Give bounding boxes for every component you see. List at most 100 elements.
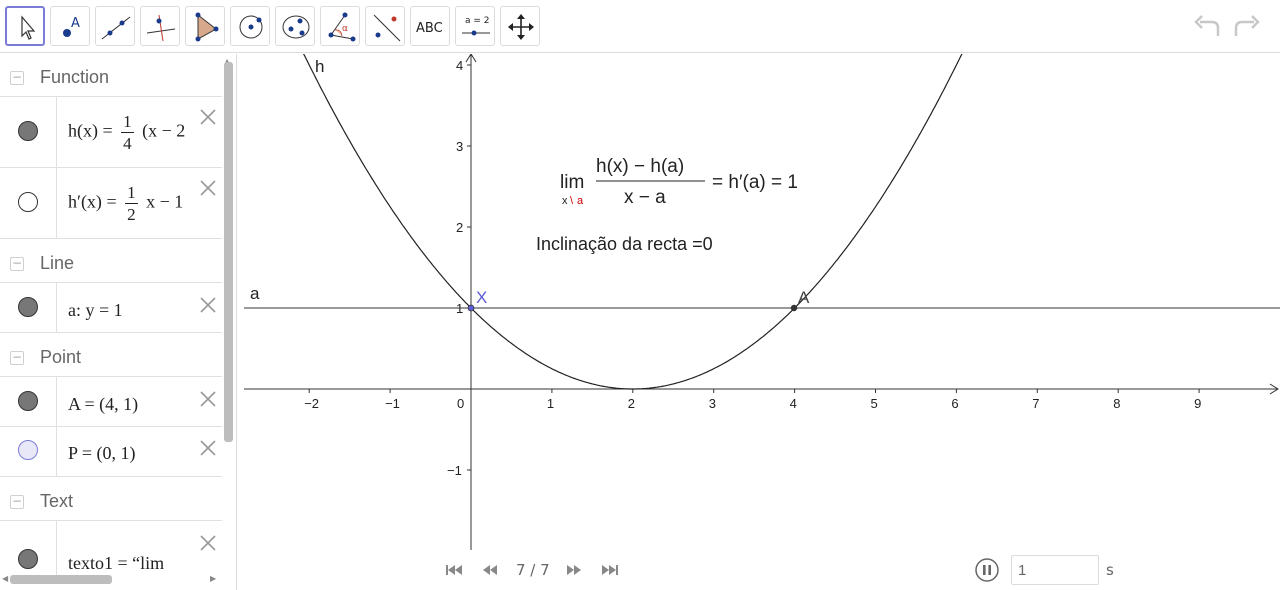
graphics-canvas[interactable]: −2 −1 0 1 2 3 4 5 6 7 8 9 4 3 2 1 −1 a h X A lim x \ a … <box>244 54 1280 550</box>
next-frame-icon[interactable] <box>564 562 584 578</box>
svg-text:ABC: ABC <box>416 21 443 36</box>
item-definition[interactable]: a: y = 1 <box>68 300 123 321</box>
visibility-toggle[interactable] <box>18 391 38 411</box>
point-A[interactable] <box>790 304 798 312</box>
x-tick-label: −2 <box>304 396 319 411</box>
polygon-tool-button[interactable] <box>185 6 225 46</box>
toolbar: A α ABC a = 2 <box>0 0 1280 53</box>
svg-text:α: α <box>342 24 348 34</box>
item-definition[interactable]: P = (0, 1) <box>68 443 135 464</box>
function-lhs: h′(x) <box>68 191 102 212</box>
delete-icon[interactable] <box>198 107 218 127</box>
delete-icon[interactable] <box>198 438 218 458</box>
algebra-item-h[interactable]: h(x) = 14 (x − 2 <box>0 97 222 168</box>
line-a-label: a <box>250 284 260 303</box>
svg-text:a = 2: a = 2 <box>465 16 490 26</box>
fraction-numerator: 1 <box>121 112 134 133</box>
point-A-label: A <box>798 288 810 307</box>
svg-text:A: A <box>71 16 80 31</box>
last-frame-icon[interactable] <box>600 562 620 578</box>
x-tick-label: 2 <box>628 396 635 411</box>
limit-subscript-x: x <box>562 195 568 207</box>
horizontal-scrollbar[interactable] <box>10 575 112 584</box>
function-rhs: (x − 2 <box>142 120 186 141</box>
point-tool-button[interactable]: A <box>50 6 90 46</box>
scroll-left-arrow-icon[interactable]: ◀ <box>2 574 8 583</box>
ellipse-tool-button[interactable] <box>275 6 315 46</box>
collapse-icon[interactable]: − <box>10 257 24 271</box>
redo-button[interactable] <box>1230 12 1262 42</box>
algebra-item-point-A[interactable]: A = (4, 1) <box>0 377 222 427</box>
animation-bar: 7 / 7 s <box>244 550 1280 590</box>
visibility-toggle[interactable] <box>18 440 38 460</box>
move-graphics-tool-button[interactable] <box>500 6 540 46</box>
limit-subscript-arrow: \ <box>570 195 574 207</box>
algebra-item-line-a[interactable]: a: y = 1 <box>0 283 222 333</box>
angle-tool-button[interactable]: α <box>320 6 360 46</box>
slope-text[interactable]: Inclinação da recta =0 <box>536 234 713 254</box>
x-tick-label: 0 <box>457 396 464 411</box>
circle-tool-button[interactable] <box>230 6 270 46</box>
previous-frame-icon[interactable] <box>480 562 500 578</box>
x-tick-label: 5 <box>871 396 878 411</box>
delete-icon[interactable] <box>198 178 218 198</box>
category-text[interactable]: − Text <box>0 478 222 521</box>
algebra-item-hprime[interactable]: h′(x) = 12 x − 1 <box>0 168 222 239</box>
reflect-tool-button[interactable] <box>365 6 405 46</box>
item-definition[interactable]: h(x) = 14 (x − 2 <box>68 111 185 154</box>
perpendicular-tool-button[interactable] <box>140 6 180 46</box>
x-axis-ticks: −2 −1 0 1 2 3 4 5 6 7 8 9 <box>304 389 1201 411</box>
category-function[interactable]: − Function <box>0 54 222 97</box>
fraction: 14 <box>121 111 134 154</box>
limit-formula[interactable]: lim x \ a h(x) − h(a) x − a = h′(a) = 1 <box>560 156 798 208</box>
category-label: Text <box>40 491 74 511</box>
redo-icon <box>1234 15 1260 36</box>
visibility-toggle[interactable] <box>18 549 38 569</box>
move-tool-button[interactable] <box>5 6 45 46</box>
undo-button[interactable] <box>1192 12 1224 42</box>
item-definition[interactable]: A = (4, 1) <box>68 394 138 415</box>
text-tool-button[interactable]: ABC <box>410 6 450 46</box>
delete-icon[interactable] <box>198 295 218 315</box>
pause-icon[interactable] <box>975 558 999 582</box>
animation-speed-input[interactable] <box>1011 555 1099 585</box>
category-point[interactable]: − Point <box>0 334 222 377</box>
category-line[interactable]: − Line <box>0 240 222 283</box>
visibility-toggle[interactable] <box>18 192 38 212</box>
algebra-item-texto1[interactable]: texto1 = “lim <box>0 521 222 581</box>
collapse-icon[interactable]: − <box>10 71 24 85</box>
x-tick-label: 4 <box>790 396 797 411</box>
visibility-toggle[interactable] <box>18 121 38 141</box>
slider-tool-button[interactable]: a = 2 <box>455 6 495 46</box>
point-P[interactable] <box>467 304 475 312</box>
curve-h[interactable] <box>285 54 981 390</box>
x-tick-label: 3 <box>709 396 716 411</box>
collapse-icon[interactable]: − <box>10 351 24 365</box>
fraction-numerator: 1 <box>125 183 138 204</box>
perpendicular-icon <box>146 14 176 42</box>
x-tick-label: 7 <box>1032 396 1039 411</box>
y-tick-label: 3 <box>456 139 463 154</box>
delete-icon[interactable] <box>198 389 218 409</box>
y-tick-label: 4 <box>456 58 463 73</box>
first-frame-icon[interactable] <box>444 562 464 578</box>
visibility-toggle[interactable] <box>18 297 38 317</box>
line-tool-button[interactable] <box>95 6 135 46</box>
item-definition[interactable]: h′(x) = 12 x − 1 <box>68 182 183 225</box>
item-definition[interactable]: texto1 = “lim <box>68 553 164 574</box>
y-tick-label: −1 <box>447 463 462 478</box>
function-lhs: h(x) <box>68 120 98 141</box>
delete-icon[interactable] <box>198 533 218 553</box>
vertical-scrollbar[interactable] <box>224 62 233 442</box>
x-tick-label: 9 <box>1194 396 1201 411</box>
x-tick-label: 6 <box>951 396 958 411</box>
animation-speed-unit: s <box>1106 561 1114 579</box>
x-tick-label: 1 <box>547 396 554 411</box>
collapse-icon[interactable]: − <box>10 495 24 509</box>
formula-rhs: = h′(a) = 1 <box>712 172 798 193</box>
text-icon: ABC <box>416 21 443 36</box>
algebra-item-point-P[interactable]: P = (0, 1) <box>0 427 222 477</box>
scroll-right-arrow-icon[interactable]: ▶ <box>210 574 216 583</box>
angle-icon: α <box>328 12 356 42</box>
graphics-view[interactable]: −2 −1 0 1 2 3 4 5 6 7 8 9 4 3 2 1 −1 a h X A lim x \ a … <box>244 54 1280 550</box>
